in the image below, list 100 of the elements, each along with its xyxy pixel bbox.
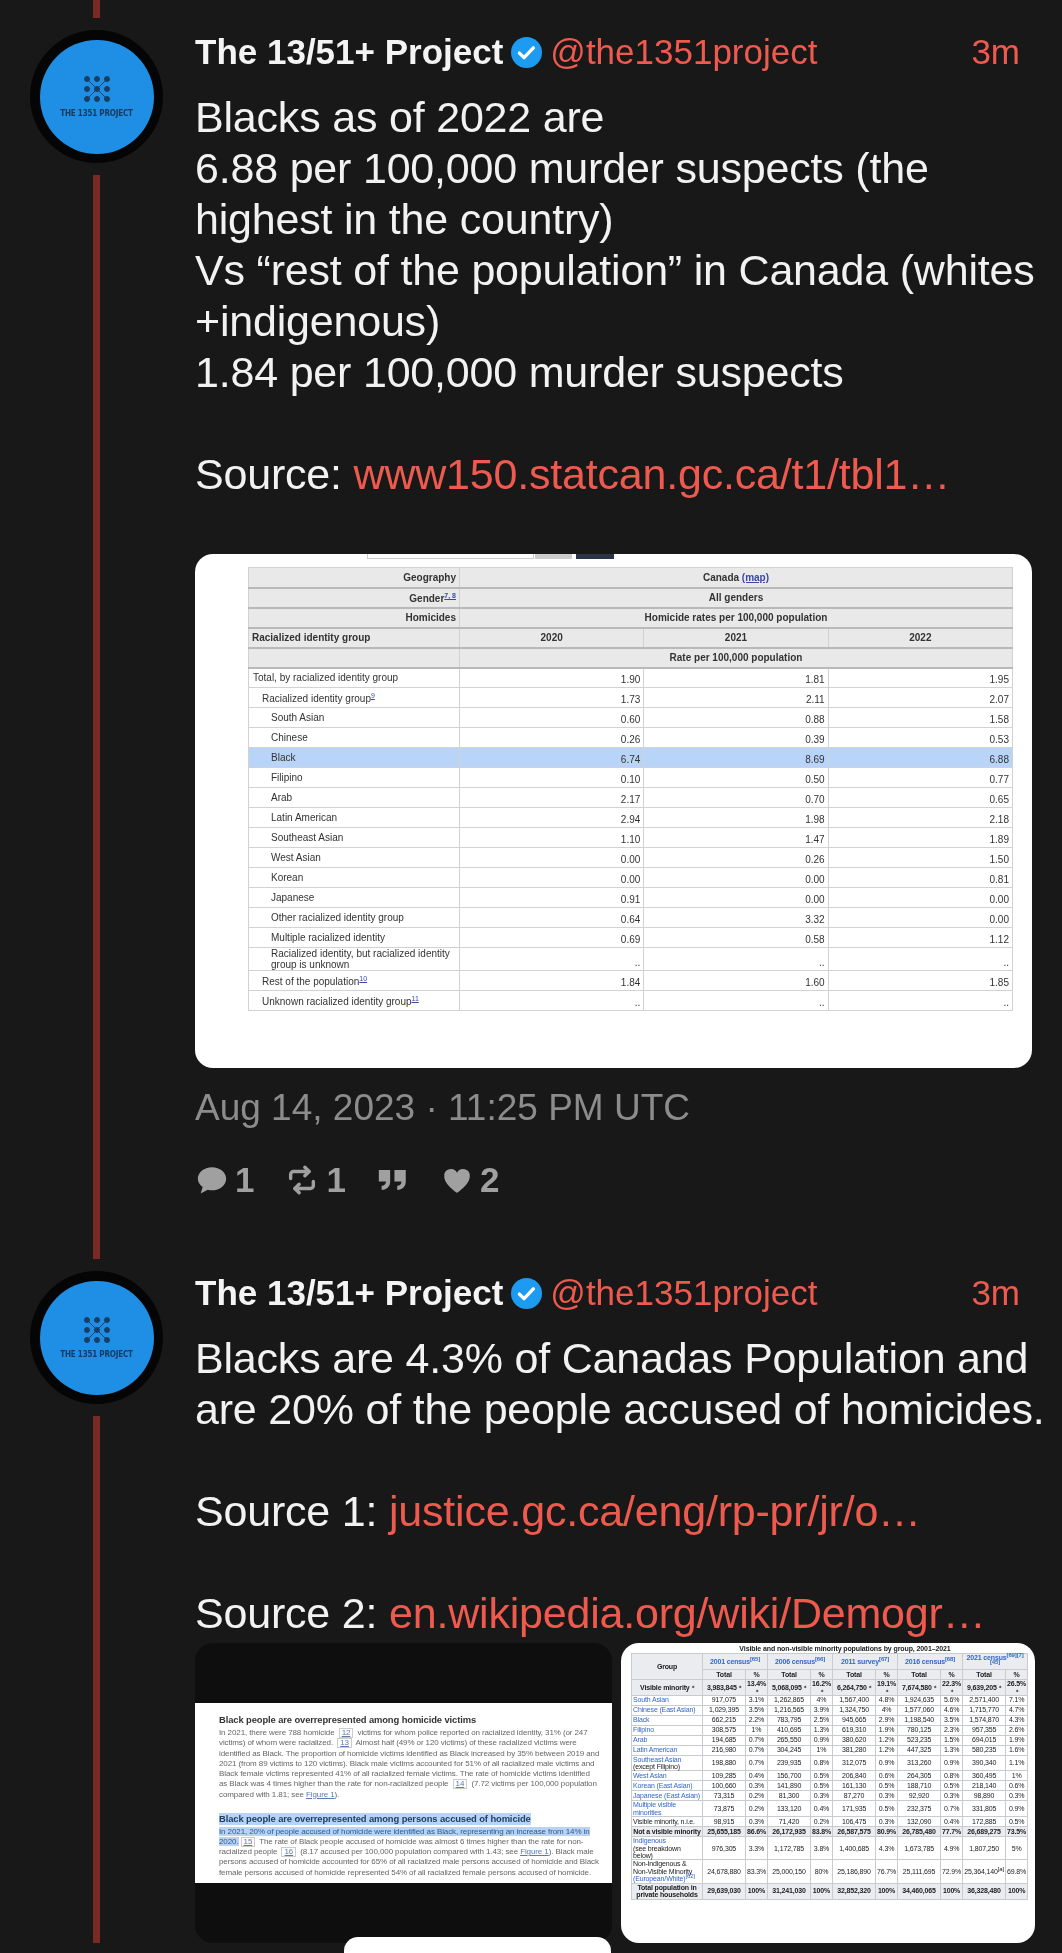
table-cell: 2.17 <box>459 787 644 808</box>
table-cell: .. <box>643 947 829 971</box>
table-cell: 1.60 <box>643 970 829 991</box>
row-label: Chinese <box>248 727 460 748</box>
table-cell: 0.10 <box>459 767 644 788</box>
link[interactable]: Figure 1 <box>306 1789 335 1799</box>
row-label: Filipino <box>248 767 460 788</box>
row-label: Racialized identity group$^{9}$ <box>248 687 460 708</box>
row-label: South Asian <box>248 707 460 728</box>
column-header: Rate per 100,000 population <box>459 647 1013 668</box>
table-cell: 0.58 <box>643 927 829 948</box>
row-label: Total, by racialized identity group <box>248 667 460 688</box>
table-cell: 1.58 <box>828 707 1013 728</box>
table-cell: 1.89 <box>828 827 1013 848</box>
table-cell: 0.70 <box>643 787 829 808</box>
table-cell: 0.88 <box>643 707 829 728</box>
tweet-text: Source 1: justice.gc.ca/eng/rp-pr/jr/o… <box>195 1486 922 1537</box>
table-cell: 1.90 <box>459 667 644 688</box>
table-cell: 0.91 <box>459 887 644 908</box>
table-cell: 0.00 <box>643 887 829 908</box>
table-cell: .. <box>828 990 1013 1011</box>
tweet-date: Aug 14, 2023 · 11:25 PM UTC <box>195 1088 691 1128</box>
table-cell: .. <box>828 947 1013 971</box>
author-handle[interactable]: @the1351project <box>550 1273 818 1313</box>
table-cell: 1.84 <box>459 970 644 991</box>
row-header: Geography <box>248 567 460 588</box>
tweet-text: Source 2: en.wikipedia.org/wiki/Demogr… <box>195 1588 987 1639</box>
row-label: Unknown racialized identity group$^{11}$ <box>248 990 460 1011</box>
row-label: Korean <box>248 867 460 888</box>
table-cell: 1.95 <box>828 667 1013 688</box>
tweet-text: Blacks as of 2022 are 6.88 per 100,000 murder suspects (the highest in the country) Vs “rest of the population” in Canada (whites +indigenous) 1.84 per 100,000 murder suspects <box>195 92 1036 398</box>
paragraph: In 2021, 20% of people accused of homicide were identified as Black, representing an increase from 14% in 2020. 15 The rate of Black people accused of homicide was almost 6 times higher than the rate for non-racialized people 16 (8.17 accused per 100,000 population compared with 1.43; see Figure 1). Black male persons accused of homicide accounted for 65% of all racialized male persons accused of homicide and Black female persons accused of homicide represented 54% of all racialized female persons accused of homicide. <box>219 1826 600 1878</box>
table-cell: 1.98 <box>643 807 829 828</box>
row-label: West Asian <box>248 847 460 868</box>
table-cell: 1.73 <box>459 687 644 708</box>
table-cell: 0.00 <box>828 907 1013 928</box>
table-cell: 3.32 <box>643 907 829 928</box>
avatar-text: THE 1351 PROJECT <box>60 1350 133 1359</box>
link[interactable]: (map) <box>741 571 770 583</box>
table-cell: 0.00 <box>643 867 829 888</box>
table-cell: 0.60 <box>459 707 644 728</box>
table-cell: 0.53 <box>828 727 1013 748</box>
column-header: Canada (map) <box>459 567 1013 588</box>
row-label: Rest of the population$^{10}$ <box>248 970 460 991</box>
table-cell: 0.65 <box>828 787 1013 808</box>
table-cell: 1.85 <box>828 970 1013 991</box>
retweet-button[interactable]: 1 <box>284 1160 346 1200</box>
section-heading: Black people are overrepresented among persons accused of homicide <box>219 1812 531 1825</box>
row-label: Black <box>248 747 460 768</box>
row-label: Arab <box>248 787 460 808</box>
link[interactable]: justice.gc.ca/eng/rp-pr/jr/o… <box>389 1487 921 1535</box>
table-cell: 0.50 <box>643 767 829 788</box>
table-cell: 1.10 <box>459 827 644 848</box>
row-label: Southeast Asian <box>248 827 460 848</box>
column-header: Racialized identity group <box>248 627 460 648</box>
row-label: Japanese <box>248 887 460 908</box>
author-name[interactable]: The 13/51+ Project <box>195 32 504 72</box>
footnote-link[interactable]: 12 <box>338 1728 354 1739</box>
tweet-text: Source: www150.statcan.gc.ca/t1/tbl1… <box>195 449 952 500</box>
paragraph: In 2021, there were 788 homicide 12 victims for whom police reported on racialized identity, 31% (or 247 victims) of whom were racialized. 13 Almost half (49% or 120 victims) of these racialized victims were identified as Black. The proportion of homicide victims identified as Black increased by 35% between 2019 and 2021 (from 89 victims to 120 victims). Black male victims accounted for 51% of all racialized male victims and Black female victims represented 41% of all racialized female victims. The rate of homicide victims identified as Black was 4 times higher than the rate for non-racialized people 14 (7.72 victims per 100,000 population compared with 1.81; see Figure 1). <box>219 1728 600 1800</box>
column-header: Homicide rates per 100,000 population <box>459 607 1013 628</box>
column-header: All genders <box>459 587 1013 608</box>
table-cell: 0.26 <box>643 847 829 868</box>
link[interactable]: Figure 1 <box>520 1847 549 1857</box>
dot-grid-icon <box>82 1316 111 1344</box>
link[interactable]: en.wikipedia.org/wiki/Demogr… <box>389 1589 986 1637</box>
table-cell: 1.50 <box>828 847 1013 868</box>
table-cell: 0.00 <box>459 867 644 888</box>
avatar[interactable]: THE 1351 PROJECT <box>30 30 163 163</box>
author-name[interactable]: The 13/51+ Project <box>195 1273 504 1313</box>
table-cell: 0.00 <box>828 887 1013 908</box>
reply-button[interactable]: 1 <box>195 1160 255 1200</box>
row-label: Latin American <box>248 807 460 828</box>
row-header: Homicides <box>248 607 460 628</box>
section-heading: Black people are overrepresented among homicide victims <box>219 1714 477 1727</box>
table-cell: 2.18 <box>828 807 1013 828</box>
tweet-text: Blacks are 4.3% of Canadas Population and are 20% of the people accused of homicides. <box>195 1333 1046 1435</box>
author-handle[interactable]: @the1351project <box>550 32 818 72</box>
timestamp: 3m <box>971 32 1020 72</box>
dot-grid-icon <box>82 75 111 103</box>
table-cell: .. <box>459 990 644 1011</box>
table-cell: 2.94 <box>459 807 644 828</box>
footnote-link[interactable]: 13 <box>337 1738 352 1749</box>
table-cell: 0.64 <box>459 907 644 928</box>
table-cell: 0.69 <box>459 927 644 948</box>
link[interactable]: www150.statcan.gc.ca/t1/tbl1… <box>353 450 951 498</box>
avatar[interactable]: THE 1351 PROJECT <box>30 1271 163 1404</box>
table-cell: .. <box>643 990 829 1011</box>
like-button[interactable]: 2 <box>439 1160 500 1200</box>
footnote-link[interactable]: 15 <box>240 1836 256 1847</box>
table-cell: 0.39 <box>643 727 829 748</box>
footnote-link[interactable]: 14 <box>452 1779 468 1790</box>
row-header: Gender$^{7, 8}$ <box>248 587 460 608</box>
table-cell: 0.81 <box>828 867 1013 888</box>
footnote-link[interactable]: 16 <box>281 1847 297 1858</box>
table-cell: 0.77 <box>828 767 1013 788</box>
table-cell: .. <box>459 947 644 971</box>
table-cell: 1.81 <box>643 667 829 688</box>
avatar-text: THE 1351 PROJECT <box>60 109 133 118</box>
table-cell: 0.00 <box>459 847 644 868</box>
